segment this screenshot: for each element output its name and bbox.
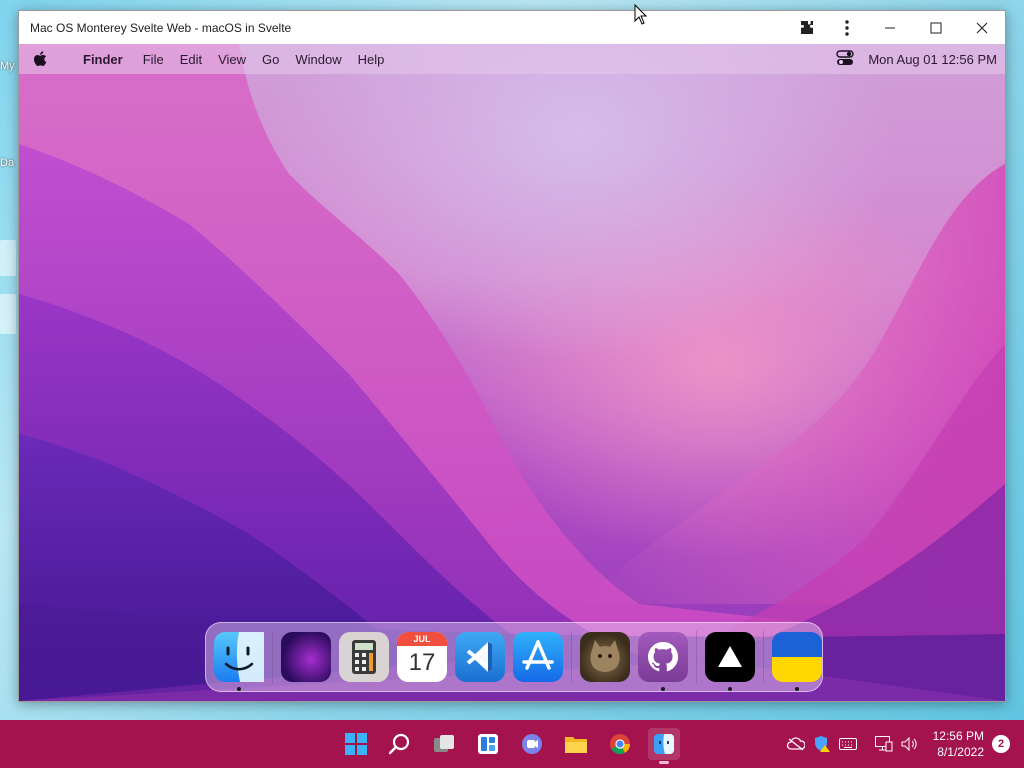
running-indicator <box>728 687 732 691</box>
running-indicator <box>795 687 799 691</box>
onedrive-offline-icon[interactable] <box>786 735 805 753</box>
calculator-icon[interactable] <box>339 632 389 682</box>
windows-start-icon[interactable] <box>340 728 372 760</box>
menu-window[interactable]: Window <box>295 52 341 67</box>
macos-desktop[interactable]: Finder File Edit View Go Window Help Mon… <box>19 44 1005 701</box>
vscode-icon[interactable] <box>455 632 505 682</box>
maximize-icon[interactable] <box>913 11 959 44</box>
menu-go[interactable]: Go <box>262 52 279 67</box>
menu-finder[interactable]: Finder <box>83 52 123 67</box>
dock-separator <box>272 631 273 683</box>
task-view-icon[interactable] <box>428 728 460 760</box>
calendar-month: JUL <box>397 632 447 646</box>
windows-taskbar: 12:56 PM 8/1/2022 2 <box>0 720 1024 768</box>
menu-view[interactable]: View <box>218 52 246 67</box>
clock-time: 12:56 PM <box>932 729 984 743</box>
more-icon[interactable] <box>827 11 867 44</box>
volume-icon[interactable] <box>901 735 919 753</box>
minimize-icon[interactable] <box>867 11 913 44</box>
running-indicator <box>661 687 665 691</box>
desktop-tile <box>0 294 16 334</box>
mouse-cursor-icon <box>634 4 648 25</box>
window-title: Mac OS Monterey Svelte Web - macOS in Sv… <box>30 20 292 35</box>
close-icon[interactable] <box>959 11 1005 44</box>
window-titlebar[interactable]: Mac OS Monterey Svelte Web - macOS in Sv… <box>19 11 1005 44</box>
chrome-icon[interactable] <box>604 728 636 760</box>
wallpaper-icon[interactable] <box>281 632 331 682</box>
desktop-icon-label-da: Da <box>0 157 15 169</box>
monterey-wallpaper <box>19 44 1005 701</box>
finder-app-icon[interactable] <box>648 728 680 764</box>
menu-file[interactable]: File <box>143 52 164 67</box>
network-icon[interactable] <box>874 735 893 753</box>
cat-photo-icon[interactable] <box>580 632 630 682</box>
menubar-datetime[interactable]: Mon Aug 01 12:56 PM <box>868 52 997 67</box>
system-clock[interactable]: 12:56 PM 8/1/2022 <box>933 728 984 760</box>
search-icon[interactable] <box>384 728 416 760</box>
github-icon[interactable] <box>638 632 688 691</box>
apple-logo-icon[interactable] <box>33 51 63 67</box>
vercel-icon[interactable] <box>705 632 755 691</box>
menu-help[interactable]: Help <box>358 52 385 67</box>
dock-separator <box>696 631 697 683</box>
calendar-icon[interactable]: JUL 17 <box>397 632 447 682</box>
calendar-day: 17 <box>408 649 436 676</box>
macos-menubar: Finder File Edit View Go Window Help Mon… <box>19 44 1005 74</box>
browser-window: Mac OS Monterey Svelte Web - macOS in Sv… <box>18 10 1006 702</box>
control-center-icon[interactable] <box>836 49 855 69</box>
teams-chat-icon[interactable] <box>516 728 548 760</box>
dock-separator <box>763 631 764 683</box>
desktop-tile <box>0 240 16 276</box>
ukraine-flag-icon[interactable] <box>772 632 822 691</box>
dock-separator <box>571 631 572 683</box>
keyboard-icon[interactable] <box>838 735 857 753</box>
clock-date: 8/1/2022 <box>937 745 984 759</box>
finder-icon[interactable] <box>214 632 264 691</box>
notification-badge[interactable]: 2 <box>992 735 1010 753</box>
macos-dock: JUL 17 <box>205 622 823 692</box>
menu-edit[interactable]: Edit <box>180 52 202 67</box>
file-explorer-icon[interactable] <box>560 728 592 760</box>
extensions-icon[interactable] <box>787 11 827 44</box>
defender-warning-icon[interactable] <box>813 735 831 753</box>
running-indicator <box>237 687 241 691</box>
widgets-icon[interactable] <box>472 728 504 760</box>
appstore-icon[interactable] <box>513 632 563 682</box>
desktop-icon-label-my: My <box>0 60 15 72</box>
